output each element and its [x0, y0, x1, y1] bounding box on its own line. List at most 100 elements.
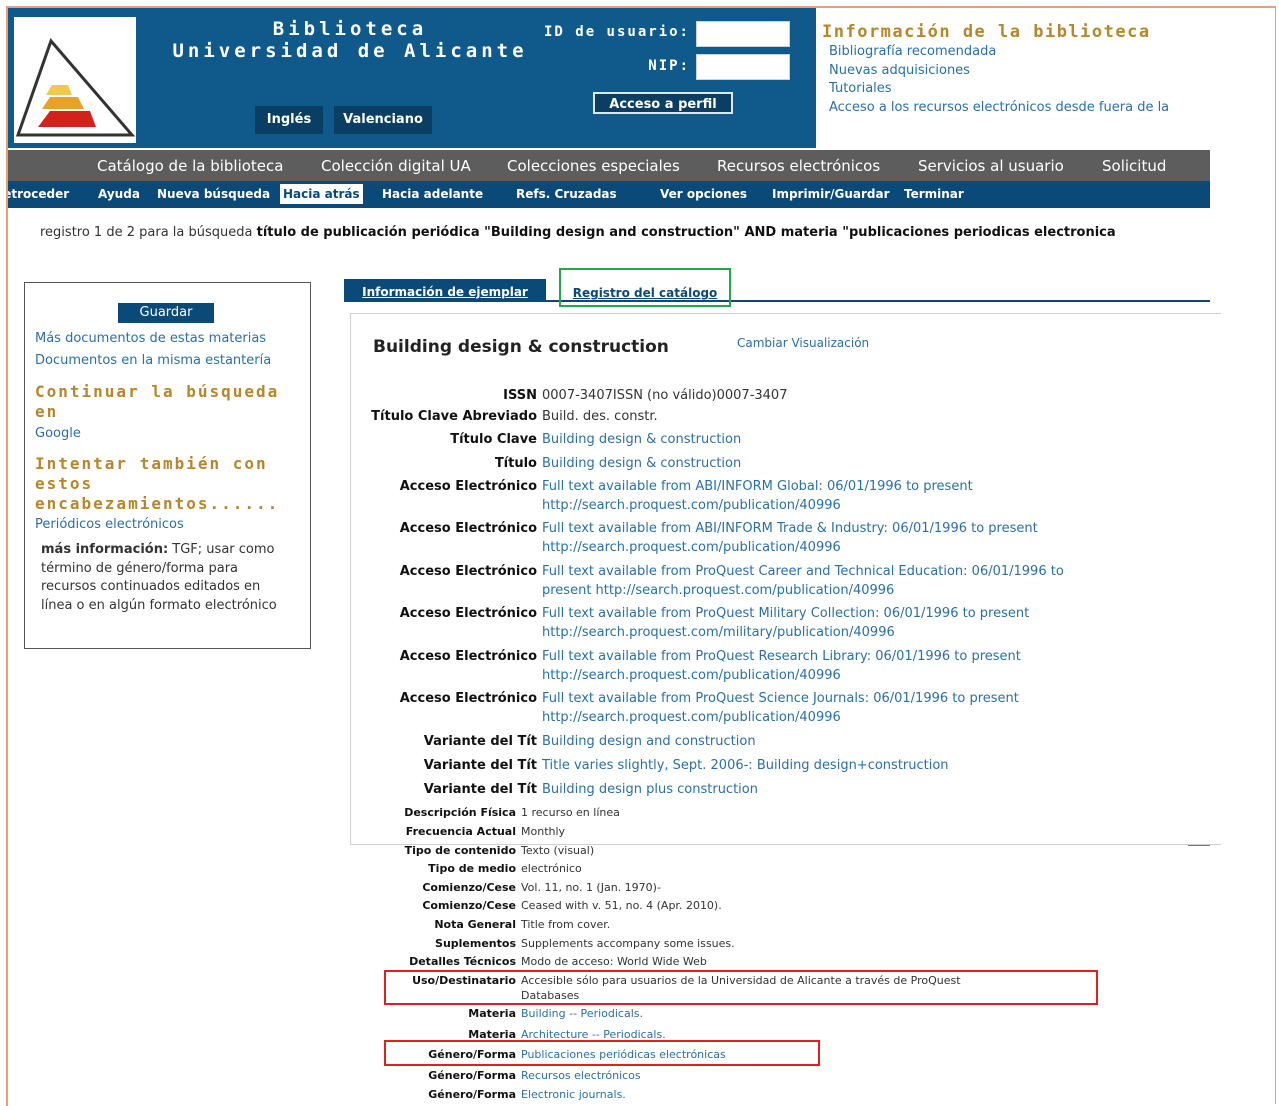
user-id-input[interactable] [696, 21, 790, 47]
panel-divider [1188, 845, 1210, 846]
field-value-titulo-clave-abreviado: Build. des. constr. [542, 409, 658, 424]
detail-label-genero-2: Género/Forma [428, 1069, 516, 1082]
sidebar-link-mas-documentos[interactable]: Más documentos de estas materias [35, 331, 266, 346]
sidebar-link-periodicos[interactable]: Periódicos electrónicos [35, 517, 184, 532]
field-value-titulo-clave[interactable]: Building design & construction [542, 432, 741, 447]
detail-label-detalles-tecnicos: Detalles Técnicos [409, 955, 516, 968]
toolbar-terminar[interactable]: Terminar [904, 187, 964, 201]
toolbar-ayuda[interactable]: Ayuda [98, 187, 140, 201]
pin-input[interactable] [696, 54, 790, 80]
access-url-6[interactable]: http://search.proquest.com/publication/4… [542, 710, 841, 725]
detail-label-nota-general: Nota General [434, 918, 516, 931]
detail-value-frecuencia: Monthly [521, 825, 566, 838]
record-title: Building design & construction [373, 337, 669, 357]
detail-label-frecuencia: Frecuencia Actual [405, 825, 516, 838]
sidebar-link-google[interactable]: Google [35, 426, 81, 441]
detail-label-materia-1: Materia [468, 1007, 516, 1020]
save-button[interactable]: Guardar [118, 303, 214, 323]
info-link-adquisiciones[interactable]: Nuevas adquisiciones [829, 63, 970, 78]
subject-link-1[interactable]: Building -- Periodicals. [521, 1007, 643, 1020]
access-url-1[interactable]: http://search.proquest.com/publication/4… [542, 498, 841, 513]
access-link-4[interactable]: Full text available from ProQuest Milita… [542, 606, 1029, 621]
search-summary-prefix: registro 1 de 2 para la búsqueda [40, 225, 253, 240]
nav-solicitud[interactable]: Solicitud [1102, 157, 1166, 175]
access-link-6[interactable]: Full text available from ProQuest Scienc… [542, 691, 1019, 706]
nav-catalogo[interactable]: Catálogo de la biblioteca [97, 157, 283, 175]
field-value-titulo[interactable]: Building design & construction [542, 456, 741, 471]
nav-servicios[interactable]: Servicios al usuario [918, 157, 1064, 175]
tab-registro-catalogo[interactable]: Registro del catálogo [559, 268, 731, 307]
sidebar-heading-continuar: Continuar la búsqueda en [35, 382, 280, 421]
genre-link-3[interactable]: Electronic journals. [521, 1088, 626, 1101]
toolbar-imprimir-guardar[interactable]: Imprimir/Guardar [772, 187, 890, 201]
library-name-line2: Universidad de Alicante [172, 40, 528, 62]
toolbar-ver-opciones[interactable]: Ver opciones [660, 187, 747, 201]
access-profile-button[interactable]: Acceso a perfil [593, 92, 733, 114]
frame-top-line [1206, 6, 1276, 8]
detail-value-detalles-tecnicos: Modo de acceso: World Wide Web [521, 955, 707, 968]
field-label-variante-1: Variante del Tít [423, 734, 537, 749]
search-toolbar: Retroceder Ayuda Nueva búsqueda Hacia at… [8, 181, 1210, 208]
field-label-acceso-2: Acceso Electrónico [399, 521, 537, 536]
detail-label-tipo-medio: Tipo de medio [428, 862, 516, 875]
detail-value-uso-line2: Databases [521, 989, 580, 1002]
field-label-variante-2: Variante del Tít [423, 758, 537, 773]
detail-label-suplementos: Suplementos [435, 937, 516, 950]
toolbar-refs-cruzadas[interactable]: Refs. Cruzadas [516, 187, 617, 201]
detail-label-descripcion: Descripción Física [404, 806, 516, 819]
pin-label: NIP: [648, 58, 690, 74]
change-view-link[interactable]: Cambiar Visualización [737, 336, 869, 350]
field-value-issn: 0007-3407ISSN (no válido)0007-3407 [542, 388, 788, 403]
library-info-title: Información de la biblioteca [822, 22, 1151, 42]
access-url-5[interactable]: http://search.proquest.com/publication/4… [542, 668, 841, 683]
tab-informacion-ejemplar[interactable]: Información de ejemplar [344, 279, 546, 301]
detail-value-comienzo-2: Ceased with v. 51, no. 4 (Apr. 2010). [521, 899, 722, 912]
detail-label-genero-1: Género/Forma [428, 1048, 516, 1061]
genre-link-1[interactable]: Publicaciones periódicas electrónicas [521, 1048, 726, 1061]
detail-label-tipo-contenido: Tipo de contenido [404, 844, 516, 857]
sidebar-link-misma-estanteria[interactable]: Documentos en la misma estantería [35, 353, 271, 368]
nav-recursos-electronicos[interactable]: Recursos electrónicos [717, 157, 880, 175]
detail-value-descripcion: 1 recurso en línea [521, 806, 620, 819]
toolbar-retroceder[interactable]: Retroceder [8, 187, 69, 201]
access-link-2[interactable]: Full text available from ABI/INFORM Trad… [542, 521, 1038, 536]
info-link-acceso-remoto[interactable]: Acceso a los recursos electrónicos desde… [829, 100, 1169, 115]
detail-value-suplementos: Supplements accompany some issues. [521, 937, 735, 950]
field-label-titulo: Título [494, 456, 537, 471]
access-link-5[interactable]: Full text available from ProQuest Resear… [542, 649, 1021, 664]
field-label-issn: ISSN [503, 388, 537, 403]
access-url-2[interactable]: http://search.proquest.com/publication/4… [542, 540, 841, 555]
sidebar-more-info-label: más información: [41, 542, 169, 557]
lang-button-valenciano[interactable]: Valenciano [334, 106, 432, 134]
info-link-bibliografia[interactable]: Bibliografía recomendada [829, 44, 996, 59]
field-label-acceso-5: Acceso Electrónico [399, 649, 537, 664]
toolbar-nueva-busqueda[interactable]: Nueva búsqueda [157, 187, 270, 201]
user-id-label: ID de usuario: [543, 24, 690, 40]
info-link-tutoriales[interactable]: Tutoriales [829, 81, 892, 96]
detail-label-comienzo-2: Comienzo/Cese [422, 899, 516, 912]
lang-button-ingles[interactable]: Inglés [255, 106, 323, 134]
field-label-titulo-clave-abreviado: Título Clave Abreviado [371, 409, 537, 424]
detail-label-uso: Uso/Destinatario [412, 974, 516, 987]
access-link-3[interactable]: Full text available from ProQuest Career… [542, 564, 1064, 579]
detail-value-tipo-medio: electrónico [521, 862, 582, 875]
frame-right-line [1275, 6, 1276, 1104]
genre-link-2[interactable]: Recursos electrónicos [521, 1069, 641, 1082]
nav-colecciones-especiales[interactable]: Colecciones especiales [507, 157, 680, 175]
access-url-4[interactable]: http://search.proquest.com/military/publ… [542, 625, 895, 640]
access-link-1[interactable]: Full text available from ABI/INFORM Glob… [542, 479, 973, 494]
toolbar-hacia-atras[interactable]: Hacia atrás [280, 184, 363, 204]
library-name-line1: Biblioteca [272, 18, 428, 40]
field-label-variante-3: Variante del Tít [423, 782, 537, 797]
nav-coleccion-digital[interactable]: Colección digital UA [321, 157, 471, 175]
search-summary-query: título de publicación periódica "Buildin… [256, 225, 1116, 240]
field-value-variante-2[interactable]: Title varies slightly, Sept. 2006-: Buil… [542, 758, 949, 773]
detail-label-genero-3: Género/Forma [428, 1088, 516, 1101]
university-logo-icon [15, 38, 136, 137]
main-nav: Catálogo de la biblioteca Colección digi… [8, 150, 1210, 181]
toolbar-hacia-adelante[interactable]: Hacia adelante [382, 187, 483, 201]
detail-value-nota-general: Title from cover. [521, 918, 611, 931]
access-url-3[interactable]: present http://search.proquest.com/publi… [542, 583, 894, 598]
field-value-variante-1[interactable]: Building design and construction [542, 734, 756, 749]
field-value-variante-3[interactable]: Building design plus construction [542, 782, 758, 797]
